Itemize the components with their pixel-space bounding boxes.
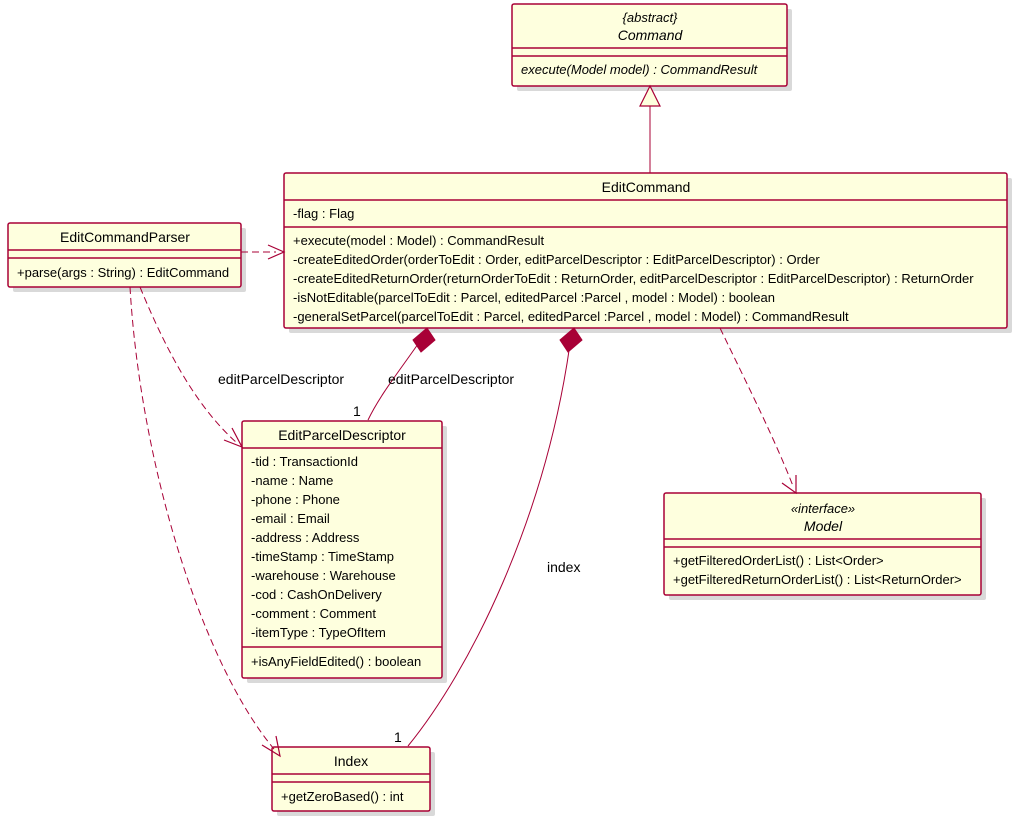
- epd-name: EditParcelDescriptor: [278, 427, 406, 443]
- rel-editcommand-extends-command: [640, 86, 660, 173]
- edit-command-method-1: -createEditedOrder(orderToEdit : Order, …: [293, 252, 820, 267]
- class-command: {abstract} Command execute(Model model) …: [512, 4, 792, 91]
- command-stereo: {abstract}: [623, 10, 679, 25]
- svg-text:-tid : TransactionId: -tid : TransactionId: [251, 454, 358, 469]
- uml-class-diagram: {abstract} Command execute(Model model) …: [0, 0, 1018, 824]
- svg-text:-name : Name: -name : Name: [251, 473, 333, 488]
- class-edit-parcel-descriptor: EditParcelDescriptor -tid : TransactionI…: [242, 421, 447, 683]
- svg-text:-cod : CashOnDelivery: -cod : CashOnDelivery: [251, 587, 382, 602]
- svg-text:+isAnyFieldEdited() : boolean: +isAnyFieldEdited() : boolean: [251, 654, 421, 669]
- svg-text:-email : Email: -email : Email: [251, 511, 330, 526]
- edit-command-parser-name: EditCommandParser: [60, 229, 190, 245]
- svg-text:+getZeroBased() : int: +getZeroBased() : int: [281, 789, 404, 804]
- command-method-0: execute(Model model) : CommandResult: [521, 62, 759, 77]
- command-name: Command: [618, 27, 684, 43]
- svg-text:-itemType : TypeOfItem: -itemType : TypeOfItem: [251, 625, 386, 640]
- rel-parser-epd-label: editParcelDescriptor: [218, 371, 344, 387]
- class-model: «interface» Model +getFilteredOrderList(…: [664, 493, 986, 600]
- edit-command-method-4: -generalSetParcel(parcelToEdit : Parcel,…: [293, 309, 849, 324]
- edit-command-parser-method-0: +parse(args : String) : EditCommand: [17, 265, 229, 280]
- edit-command-field-0: -flag : Flag: [293, 206, 354, 221]
- rel-parser-to-editcommand: [241, 245, 284, 259]
- rel-ec-epd-mult: 1: [353, 403, 361, 419]
- index-name: Index: [334, 753, 368, 769]
- rel-editcommand-compose-epd: editParcelDescriptor 1: [353, 328, 514, 420]
- svg-text:+getFilteredReturnOrderList(): +getFilteredReturnOrderList() : List<Ret…: [673, 572, 962, 587]
- svg-text:-timeStamp : TimeStamp: -timeStamp : TimeStamp: [251, 549, 394, 564]
- class-edit-command: EditCommand -flag : Flag +execute(model …: [284, 173, 1012, 333]
- edit-command-method-0: +execute(model : Model) : CommandResult: [293, 233, 544, 248]
- model-stereo: «interface»: [791, 501, 855, 516]
- svg-text:-phone : Phone: -phone : Phone: [251, 492, 340, 507]
- svg-text:-address : Address: -address : Address: [251, 530, 360, 545]
- edit-command-method-3: -isNotEditable(parcelToEdit : Parcel, ed…: [293, 290, 775, 305]
- model-name: Model: [804, 518, 843, 534]
- edit-command-method-2: -createEditedReturnOrder(returnOrderToEd…: [293, 271, 974, 286]
- svg-text:-warehouse : Warehouse: -warehouse : Warehouse: [251, 568, 396, 583]
- svg-text:-comment : Comment: -comment : Comment: [251, 606, 376, 621]
- edit-command-name: EditCommand: [602, 179, 691, 195]
- rel-editcommand-to-model: [720, 328, 796, 493]
- rel-ec-index-label: index: [547, 559, 580, 575]
- svg-text:+getFilteredOrderList() : List: +getFilteredOrderList() : List<Order>: [673, 553, 884, 568]
- rel-ec-index-mult: 1: [394, 729, 402, 745]
- class-index: Index +getZeroBased() : int: [272, 747, 435, 816]
- rel-ec-epd-label: editParcelDescriptor: [388, 371, 514, 387]
- class-edit-command-parser: EditCommandParser +parse(args : String) …: [8, 223, 246, 292]
